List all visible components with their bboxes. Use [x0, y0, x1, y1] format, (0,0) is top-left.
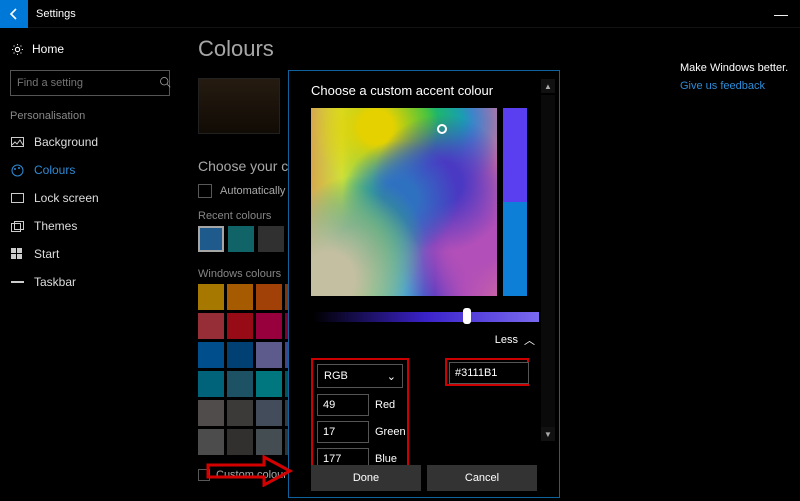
mode-value: RGB	[324, 370, 348, 382]
section-label: Personalisation	[10, 110, 170, 122]
sidebar-item-start[interactable]: Start	[10, 240, 170, 268]
themes-icon	[10, 221, 24, 232]
nav-label: Themes	[34, 219, 77, 233]
windows-swatch[interactable]	[256, 400, 282, 426]
windows-swatch[interactable]	[198, 371, 224, 397]
less-label: Less	[495, 334, 518, 346]
windows-swatch[interactable]	[198, 429, 224, 455]
make-windows-better: Make Windows better.	[680, 62, 790, 74]
minimize-button[interactable]: —	[762, 0, 800, 28]
nav-label: Background	[34, 135, 98, 149]
blue-label: Blue	[375, 453, 397, 465]
dialog-title: Choose a custom accent colour	[311, 83, 541, 98]
colour-cursor[interactable]	[437, 124, 447, 134]
sidebar-item-themes[interactable]: Themes	[10, 212, 170, 240]
sidebar-item-colours[interactable]: Colours	[10, 156, 170, 184]
windows-swatch[interactable]	[227, 371, 253, 397]
colour-preview	[503, 108, 527, 296]
home-label: Home	[32, 42, 64, 56]
search-box[interactable]	[10, 70, 170, 96]
colour-field[interactable]	[311, 108, 497, 296]
home-nav[interactable]: Home	[10, 36, 170, 62]
title-bar: Settings —	[0, 0, 800, 28]
windows-swatch[interactable]	[227, 400, 253, 426]
red-label: Red	[375, 399, 395, 411]
green-input[interactable]	[317, 421, 369, 443]
nav-label: Taskbar	[34, 275, 76, 289]
sidebar-item-lockscreen[interactable]: Lock screen	[10, 184, 170, 212]
windows-swatch[interactable]	[198, 284, 224, 310]
preview-bottom	[503, 202, 527, 296]
windows-swatch[interactable]	[256, 313, 282, 339]
back-button[interactable]	[0, 0, 28, 28]
chevron-down-icon: ⌄	[387, 370, 396, 383]
windows-swatch[interactable]	[256, 342, 282, 368]
chevron-up-icon: ︿	[524, 332, 535, 348]
cancel-button[interactable]: Cancel	[427, 465, 537, 491]
green-label: Green	[375, 426, 406, 438]
start-icon	[10, 248, 24, 260]
picture-icon	[10, 137, 24, 147]
taskbar-icon	[10, 278, 24, 286]
windows-swatch[interactable]	[256, 429, 282, 455]
annotation-arrow-icon	[204, 455, 294, 487]
custom-colour-dialog: Choose a custom accent colour ▲ ▼ Less ︿…	[288, 70, 560, 498]
sidebar: Home Personalisation Background Colours …	[0, 28, 180, 501]
search-icon	[159, 76, 171, 91]
slider-thumb[interactable]	[463, 308, 471, 324]
recent-swatch[interactable]	[228, 226, 254, 252]
hex-input[interactable]	[449, 362, 529, 384]
palette-icon	[10, 164, 24, 177]
red-input[interactable]	[317, 394, 369, 416]
done-button[interactable]: Done	[311, 465, 421, 491]
windows-swatch[interactable]	[198, 313, 224, 339]
nav-label: Start	[34, 247, 59, 261]
colour-model-select[interactable]: RGB ⌄	[317, 364, 403, 388]
preview-desktop	[198, 78, 280, 134]
less-toggle[interactable]: Less ︿	[311, 332, 541, 348]
recent-swatch[interactable]	[198, 226, 224, 252]
feedback-pane: Make Windows better. Give us feedback	[680, 28, 800, 501]
feedback-link[interactable]: Give us feedback	[680, 80, 790, 92]
checkbox-icon[interactable]	[198, 184, 212, 198]
page-title: Colours	[198, 36, 662, 62]
windows-swatch[interactable]	[227, 342, 253, 368]
windows-swatch[interactable]	[227, 313, 253, 339]
windows-swatch[interactable]	[227, 429, 253, 455]
nav-label: Colours	[34, 163, 75, 177]
windows-swatch[interactable]	[256, 284, 282, 310]
sidebar-item-taskbar[interactable]: Taskbar	[10, 268, 170, 296]
arrow-left-icon	[7, 7, 21, 21]
preview-top	[503, 108, 527, 202]
nav-label: Lock screen	[34, 191, 99, 205]
windows-swatch[interactable]	[198, 342, 224, 368]
scroll-up-button[interactable]: ▲	[541, 79, 555, 93]
rgb-group-highlight: RGB ⌄ Red Green Blue	[311, 358, 409, 476]
windows-swatch[interactable]	[256, 371, 282, 397]
lock-icon	[10, 193, 24, 203]
hex-group-highlight	[445, 358, 529, 386]
windows-swatch[interactable]	[227, 284, 253, 310]
gear-icon	[10, 43, 24, 56]
scroll-down-button[interactable]: ▼	[541, 427, 555, 441]
scrollbar-track[interactable]	[541, 95, 555, 427]
window-title: Settings	[36, 8, 76, 20]
value-slider[interactable]	[313, 312, 539, 322]
search-input[interactable]	[17, 77, 159, 89]
recent-swatch[interactable]	[258, 226, 284, 252]
windows-swatch[interactable]	[198, 400, 224, 426]
sidebar-item-background[interactable]: Background	[10, 128, 170, 156]
